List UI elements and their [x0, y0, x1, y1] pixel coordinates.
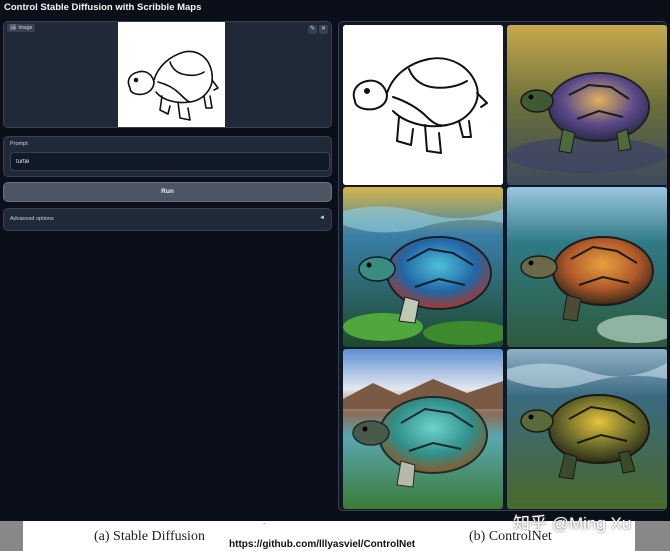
zhihu-watermark: 知乎 @Ming Xu	[513, 514, 632, 533]
collapse-arrow-icon[interactable]: ◄	[319, 215, 325, 221]
turtle-scribble-large	[343, 25, 503, 185]
gallery-item-generated-2[interactable]	[343, 187, 503, 347]
prompt-panel: Prompt	[3, 136, 332, 177]
image-input-panel[interactable]: 🖼 Image ✎ ✕	[3, 21, 332, 128]
turtle-image	[343, 187, 503, 347]
turtle-image	[343, 349, 503, 509]
gallery-item-generated-3[interactable]	[507, 187, 667, 347]
run-button[interactable]: Run	[3, 182, 332, 202]
prompt-input[interactable]	[10, 152, 330, 171]
image-tools: ✎ ✕	[308, 25, 328, 34]
gallery-item-generated-5[interactable]	[507, 349, 667, 509]
caption-dot: .	[263, 517, 266, 526]
image-tag: 🖼 Image	[7, 24, 36, 32]
close-icon[interactable]: ✕	[319, 25, 328, 34]
turtle-image	[507, 187, 667, 347]
turtle-image	[507, 25, 667, 185]
advanced-options-label: Advanced options	[10, 216, 54, 222]
gallery-item-scribble[interactable]	[343, 25, 503, 185]
pencil-icon[interactable]: ✎	[308, 25, 317, 34]
turtle-scribble	[127, 50, 219, 121]
caption-stable-diffusion: (a) Stable Diffusion	[94, 529, 205, 544]
prompt-label: Prompt	[10, 141, 28, 147]
gallery-item-generated-4[interactable]	[343, 349, 503, 509]
image-tag-label: Image	[18, 25, 33, 31]
app-title: Control Stable Diffusion with Scribble M…	[4, 2, 202, 13]
image-icon: 🖼	[10, 25, 17, 31]
scribble-canvas[interactable]	[118, 22, 225, 127]
turtle-image	[507, 349, 667, 509]
gallery-item-generated-1[interactable]	[507, 25, 667, 185]
output-gallery	[338, 21, 667, 511]
advanced-options-accordion[interactable]: Advanced options ◄	[3, 208, 332, 231]
caption-url: https://github.com/lllyasviel/ControlNet	[229, 539, 416, 550]
